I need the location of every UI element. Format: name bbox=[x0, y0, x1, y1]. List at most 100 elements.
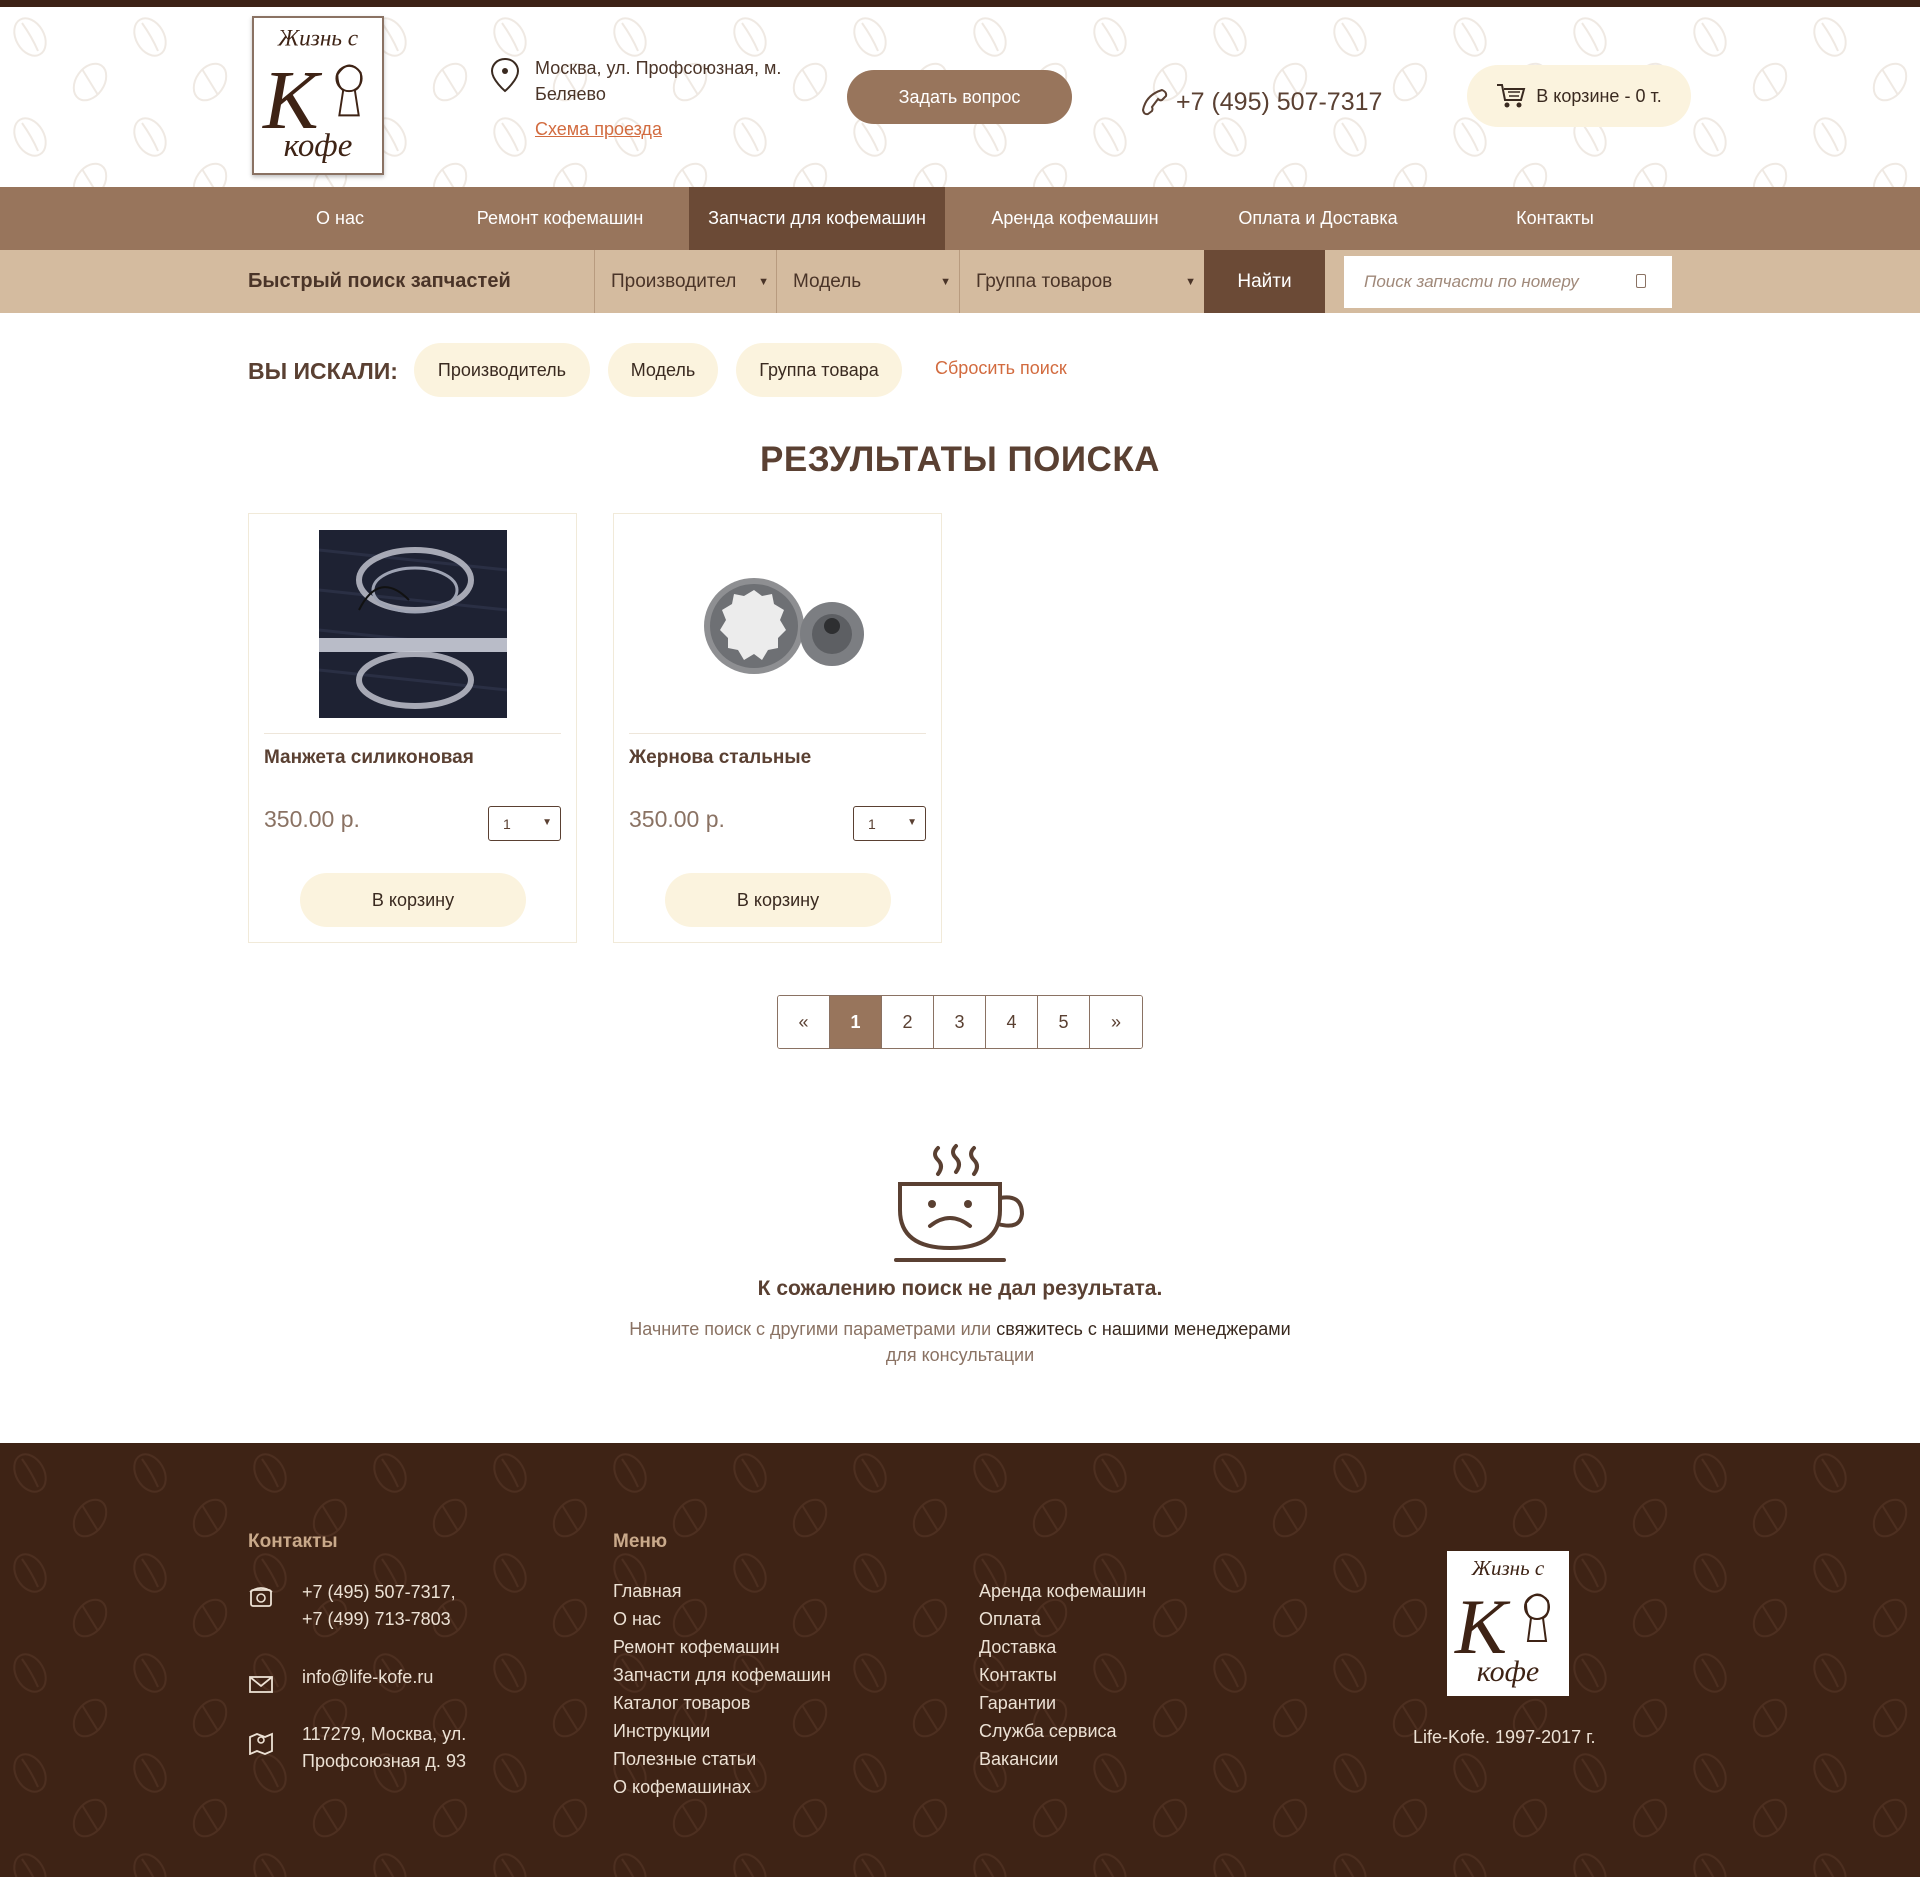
pagination-page[interactable]: 5 bbox=[1038, 996, 1090, 1048]
cart-icon bbox=[1497, 84, 1526, 108]
cart-label: В корзине - 0 т. bbox=[1536, 85, 1662, 106]
svg-text:кофе: кофе bbox=[1477, 1655, 1540, 1688]
footer-menu-link[interactable]: Аренда кофемашин bbox=[979, 1581, 1146, 1602]
footer-map-icon bbox=[249, 1732, 273, 1755]
nav-item-contacts[interactable]: Контакты bbox=[1475, 187, 1635, 250]
footer-menu-link[interactable]: Запчасти для кофемашин bbox=[613, 1665, 831, 1686]
manufacturer-select[interactable]: Производител ▼ bbox=[594, 250, 777, 313]
nav-item-repair[interactable]: Ремонт кофемашин bbox=[450, 187, 670, 250]
group-select[interactable]: Группа товаров ▼ bbox=[959, 250, 1204, 313]
footer-address: 117279, Москва, ул. Профсоюзная д. 93 bbox=[302, 1721, 466, 1775]
footer-phone-1[interactable]: +7 (495) 507-7317, bbox=[302, 1579, 456, 1606]
footer-phone-icon bbox=[249, 1587, 273, 1607]
footer-address-line-1: 117279, Москва, ул. bbox=[302, 1724, 467, 1744]
footer-menu-link[interactable]: Служба сервиса bbox=[979, 1721, 1117, 1742]
footer-menu-link[interactable]: Полезные статьи bbox=[613, 1749, 756, 1770]
product-image[interactable] bbox=[684, 530, 872, 718]
add-to-cart-button[interactable]: В корзину bbox=[665, 873, 891, 927]
footer-menu-link[interactable]: Ремонт кофемашин bbox=[613, 1637, 780, 1658]
quantity-select[interactable]: 1 ▼ bbox=[853, 806, 926, 841]
nav-item-rent[interactable]: Аренда кофемашин bbox=[965, 187, 1185, 250]
card-divider bbox=[264, 733, 561, 734]
sad-coffee-cup-icon bbox=[894, 1144, 1025, 1262]
footer-phones[interactable]: +7 (495) 507-7317, +7 (499) 713-7803 bbox=[302, 1579, 456, 1633]
product-card: Жернова стальные 350.00 р. 1 ▼ В корзину bbox=[613, 513, 942, 943]
footer-menu-link[interactable]: Контакты bbox=[979, 1665, 1057, 1686]
pagination-page[interactable]: 1 bbox=[830, 996, 882, 1048]
no-result-title: К сожалению поиск не дал результата. bbox=[757, 1277, 1163, 1300]
results-title: РЕЗУЛЬТАТЫ ПОИСКА bbox=[760, 440, 1160, 479]
route-link[interactable]: Схема проезда bbox=[535, 119, 662, 140]
pagination: « 1 2 3 4 5 » bbox=[777, 995, 1143, 1049]
quick-search-title: Быстрый поиск запчастей bbox=[248, 270, 511, 292]
product-name[interactable]: Жернова стальные bbox=[629, 747, 811, 769]
ask-question-button[interactable]: Задать вопрос bbox=[847, 70, 1072, 124]
nav-item-about[interactable]: О нас bbox=[270, 187, 410, 250]
no-result-text-end: для консультации bbox=[885, 1345, 1035, 1365]
chip-group[interactable]: Группа товара bbox=[736, 343, 902, 397]
footer-menu-link[interactable]: Оплата bbox=[979, 1609, 1041, 1630]
pagination-prev[interactable]: « bbox=[778, 996, 830, 1048]
find-button[interactable]: Найти bbox=[1204, 250, 1325, 313]
chevron-down-icon: ▼ bbox=[542, 817, 552, 828]
footer-menu-link[interactable]: О нас bbox=[613, 1609, 661, 1630]
phone-icon bbox=[1141, 88, 1168, 116]
no-result-text-start: Начните поиск с другими параметрами или bbox=[629, 1319, 997, 1339]
quantity-value: 1 bbox=[868, 815, 876, 832]
top-border bbox=[0, 0, 1920, 7]
footer-menu-link[interactable]: Доставка bbox=[979, 1637, 1056, 1658]
chevron-down-icon: ▼ bbox=[1185, 276, 1196, 288]
header-phone[interactable]: +7 (495) 507-7317 bbox=[1140, 84, 1382, 120]
search-icon[interactable] bbox=[1636, 274, 1646, 288]
svg-text:Жизнь с: Жизнь с bbox=[1471, 1556, 1545, 1580]
group-select-value: Группа товаров bbox=[976, 270, 1113, 292]
svg-text:кофе: кофе bbox=[284, 128, 353, 164]
manufacturer-select-value: Производител bbox=[611, 270, 737, 292]
quick-search-bar: Быстрый поиск запчастей Производител ▼ М… bbox=[0, 250, 1920, 313]
model-select[interactable]: Модель ▼ bbox=[776, 250, 959, 313]
footer-contacts-title: Контакты bbox=[248, 1531, 338, 1552]
footer-menu-title: Меню bbox=[613, 1531, 668, 1552]
quantity-select[interactable]: 1 ▼ bbox=[488, 806, 561, 841]
footer-logo[interactable]: Жизнь с K кофе bbox=[1447, 1551, 1569, 1696]
chevron-down-icon: ▼ bbox=[907, 817, 917, 828]
site-logo[interactable]: Жизнь с K кофе bbox=[252, 16, 384, 175]
footer-menu-link[interactable]: Инструкции bbox=[613, 1721, 710, 1742]
footer-menu-link[interactable]: О кофемашинах bbox=[613, 1777, 751, 1798]
product-name[interactable]: Манжета силиконовая bbox=[264, 747, 474, 769]
chip-model[interactable]: Модель bbox=[608, 343, 718, 397]
svg-text:Жизнь с: Жизнь с bbox=[277, 26, 359, 52]
footer-menu-link[interactable]: Каталог товаров bbox=[613, 1693, 750, 1714]
footer-mail-icon bbox=[249, 1676, 273, 1693]
no-result-text: Начните поиск с другими параметрами или … bbox=[0, 1316, 1920, 1368]
chevron-down-icon: ▼ bbox=[758, 276, 769, 288]
header: Жизнь с K кофе Москва, ул. Профсоюзная, … bbox=[0, 7, 1920, 187]
product-price: 350.00 р. bbox=[264, 806, 360, 832]
pagination-page[interactable]: 4 bbox=[986, 996, 1038, 1048]
footer-email[interactable]: info@life-kofe.ru bbox=[302, 1664, 433, 1691]
pagination-page[interactable]: 3 bbox=[934, 996, 986, 1048]
cart-button[interactable]: В корзине - 0 т. bbox=[1467, 65, 1691, 127]
pagination-page[interactable]: 2 bbox=[882, 996, 934, 1048]
footer-menu-link[interactable]: Гарантии bbox=[979, 1693, 1056, 1714]
reset-search-link[interactable]: Сбросить поиск bbox=[935, 358, 1067, 379]
footer-address-line-2: Профсоюзная д. 93 bbox=[302, 1751, 466, 1771]
chip-manufacturer[interactable]: Производитель bbox=[414, 343, 590, 397]
card-divider bbox=[629, 733, 926, 734]
main-nav: О нас Ремонт кофемашин Запчасти для кофе… bbox=[0, 187, 1920, 250]
footer-copyright: Life-Kofe. 1997-2017 г. bbox=[1413, 1727, 1596, 1747]
footer-menu-link[interactable]: Главная bbox=[613, 1581, 682, 1602]
product-image[interactable] bbox=[319, 530, 507, 718]
you-searched-label: ВЫ ИСКАЛИ: bbox=[248, 358, 398, 384]
footer-menu-link[interactable]: Вакансии bbox=[979, 1749, 1058, 1770]
footer: Контакты +7 (495) 507-7317, +7 (499) 713… bbox=[0, 1443, 1920, 1877]
part-number-search-input[interactable]: Поиск запчасти по номеру bbox=[1344, 256, 1672, 308]
contact-managers-link[interactable]: свяжитесь с нашими менеджерами bbox=[996, 1319, 1290, 1339]
footer-phone-2[interactable]: +7 (499) 713-7803 bbox=[302, 1606, 456, 1633]
nav-item-parts[interactable]: Запчасти для кофемашин bbox=[689, 187, 945, 250]
product-price: 350.00 р. bbox=[629, 806, 725, 832]
nav-item-payment-delivery[interactable]: Оплата и Доставка bbox=[1208, 187, 1428, 250]
coffee-bean-background bbox=[0, 1443, 1920, 1877]
pagination-next[interactable]: » bbox=[1090, 996, 1142, 1048]
add-to-cart-button[interactable]: В корзину bbox=[300, 873, 526, 927]
